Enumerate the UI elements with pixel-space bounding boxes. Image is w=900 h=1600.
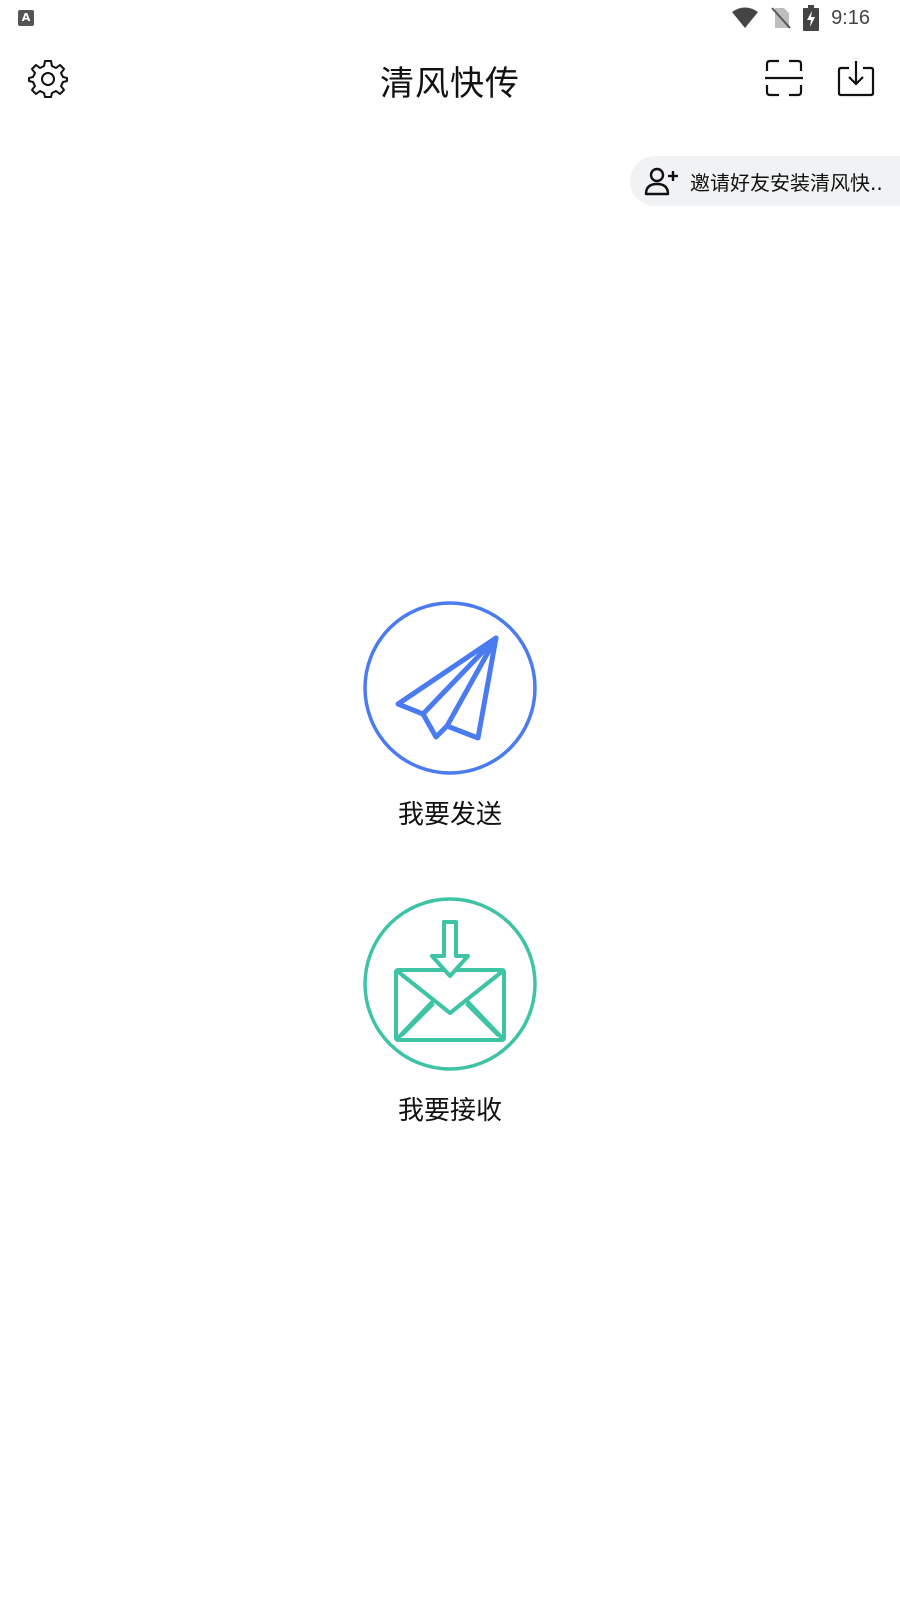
scan-icon (765, 59, 803, 97)
send-button[interactable] (362, 600, 538, 776)
no-sim-icon (771, 7, 791, 29)
status-bar: A 9:16 (0, 0, 900, 36)
status-icons: 9:16 (731, 4, 870, 32)
status-time: 9:16 (831, 6, 870, 29)
paper-plane-icon (395, 635, 499, 741)
wifi-icon (732, 7, 759, 28)
invite-friends-button[interactable]: 邀请好友安装清风快.. (630, 156, 900, 206)
app-notification-icon: A (18, 10, 34, 26)
receive-action[interactable]: 我要接收 (340, 896, 560, 1127)
envelope-download-icon (394, 920, 506, 1042)
send-label: 我要发送 (397, 800, 502, 830)
receive-button[interactable] (362, 896, 538, 1072)
add-user-icon (644, 167, 678, 196)
receive-label: 我要接收 (397, 1096, 502, 1126)
battery-charging-icon (803, 5, 820, 31)
received-files-button[interactable] (828, 50, 884, 106)
send-action[interactable]: 我要发送 (340, 600, 560, 831)
scan-button[interactable] (756, 50, 812, 106)
invite-label: 邀请好友安装清风快.. (690, 170, 883, 195)
download-tray-icon (837, 61, 875, 97)
app-bar: 清风快传 (0, 40, 900, 120)
